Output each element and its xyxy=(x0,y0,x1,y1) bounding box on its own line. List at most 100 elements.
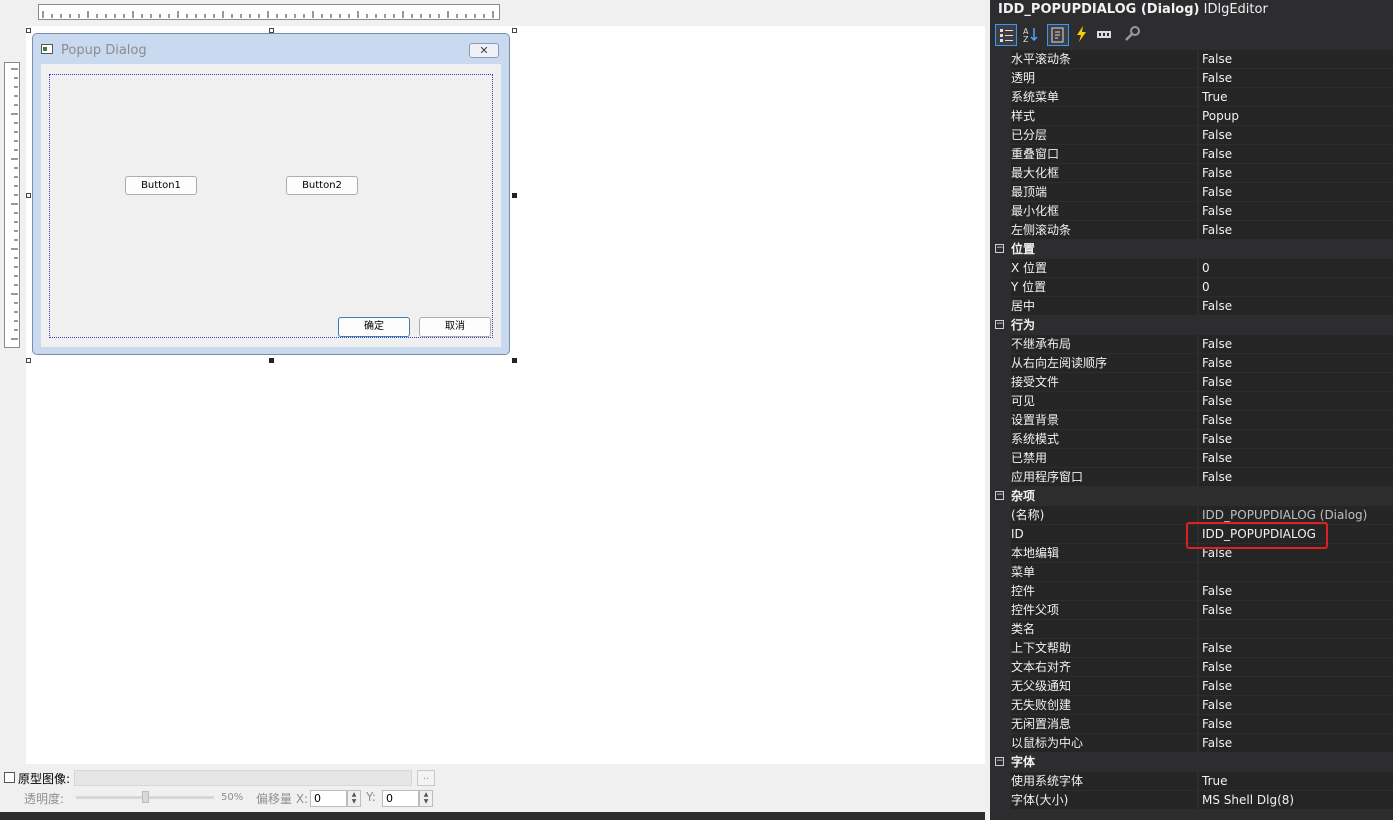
prototype-image-checkbox[interactable] xyxy=(4,772,15,783)
property-value[interactable]: False xyxy=(1199,677,1393,695)
property-row[interactable]: 已禁用 False xyxy=(990,449,1393,468)
property-row[interactable]: 样式 Popup xyxy=(990,107,1393,126)
property-value[interactable]: False xyxy=(1199,696,1393,714)
property-value[interactable]: False xyxy=(1199,183,1393,201)
property-value[interactable]: False xyxy=(1199,639,1393,657)
property-category[interactable]: − 杂项 xyxy=(990,487,1393,506)
property-value[interactable]: True xyxy=(1199,88,1393,106)
property-value[interactable]: False xyxy=(1199,69,1393,87)
property-row[interactable]: 从右向左阅读顺序 False xyxy=(990,354,1393,373)
property-value[interactable]: False xyxy=(1199,145,1393,163)
property-row[interactable]: 可见 False xyxy=(990,392,1393,411)
property-row[interactable]: 透明 False xyxy=(990,69,1393,88)
property-value[interactable]: False xyxy=(1199,392,1393,410)
property-row[interactable]: 系统菜单 True xyxy=(990,88,1393,107)
property-value[interactable]: False xyxy=(1199,430,1393,448)
resize-handle-r[interactable] xyxy=(512,193,517,198)
collapse-icon[interactable]: − xyxy=(995,244,1004,253)
property-row[interactable]: 无闲置消息 False xyxy=(990,715,1393,734)
button2-control[interactable]: Button2 xyxy=(286,176,358,195)
resize-handle-l[interactable] xyxy=(26,193,31,198)
opacity-slider-thumb[interactable] xyxy=(142,791,149,803)
property-row[interactable]: 最顶端 False xyxy=(990,183,1393,202)
offset-y-spinner[interactable]: ▲ ▼ xyxy=(419,790,433,807)
events-icon[interactable] xyxy=(1071,24,1093,46)
property-value[interactable]: False xyxy=(1199,373,1393,391)
property-value[interactable]: False xyxy=(1199,601,1393,619)
property-value[interactable] xyxy=(1199,620,1393,638)
resize-handle-b[interactable] xyxy=(269,358,274,363)
property-value[interactable] xyxy=(1199,563,1393,581)
property-value[interactable]: Popup xyxy=(1199,107,1393,125)
property-value[interactable]: False xyxy=(1199,658,1393,676)
cancel-button[interactable]: 取消 xyxy=(419,317,491,337)
property-value[interactable]: False xyxy=(1199,335,1393,353)
property-row[interactable]: 设置背景 False xyxy=(990,411,1393,430)
property-value[interactable]: False xyxy=(1199,411,1393,429)
property-value[interactable]: 0 xyxy=(1199,278,1393,296)
property-value[interactable]: False xyxy=(1199,202,1393,220)
property-value[interactable]: False xyxy=(1199,582,1393,600)
collapse-icon[interactable]: − xyxy=(995,320,1004,329)
property-row[interactable]: 最大化框 False xyxy=(990,164,1393,183)
property-row[interactable]: 控件 False xyxy=(990,582,1393,601)
dialog-titlebar[interactable]: Popup Dialog ✕ xyxy=(33,34,509,64)
property-row[interactable]: 文本右对齐 False xyxy=(990,658,1393,677)
property-row[interactable]: 使用系统字体 True xyxy=(990,772,1393,791)
property-value[interactable]: MS Shell Dlg(8) xyxy=(1199,791,1393,809)
property-row[interactable]: 接受文件 False xyxy=(990,373,1393,392)
resize-handle-bl[interactable] xyxy=(26,358,31,363)
browse-button[interactable]: .. xyxy=(417,770,435,786)
property-category[interactable]: − 字体 xyxy=(990,753,1393,772)
property-row[interactable]: 左侧滚动条 False xyxy=(990,221,1393,240)
property-category[interactable]: − 行为 xyxy=(990,316,1393,335)
property-category[interactable]: − 位置 xyxy=(990,240,1393,259)
property-row[interactable]: 重叠窗口 False xyxy=(990,145,1393,164)
property-value[interactable]: False xyxy=(1199,126,1393,144)
property-row[interactable]: 类名 xyxy=(990,620,1393,639)
property-row[interactable]: 以鼠标为中心 False xyxy=(990,734,1393,753)
categorized-icon[interactable] xyxy=(995,24,1017,46)
property-row[interactable]: X 位置 0 xyxy=(990,259,1393,278)
property-grid[interactable]: 水平滚动条 False 透明 False 系统菜单 True 样式 Popup 已分层 False… xyxy=(990,50,1393,810)
property-row[interactable]: 最小化框 False xyxy=(990,202,1393,221)
button1-control[interactable]: Button1 xyxy=(125,176,197,195)
property-row[interactable]: 控件父项 False xyxy=(990,601,1393,620)
vertical-ruler[interactable] xyxy=(4,62,20,348)
ok-button[interactable]: 确定 xyxy=(338,317,410,337)
property-row[interactable]: 无父级通知 False xyxy=(990,677,1393,696)
resize-handle-tr[interactable] xyxy=(512,28,517,33)
property-value[interactable]: False xyxy=(1199,221,1393,239)
horizontal-ruler[interactable] xyxy=(38,4,500,20)
property-value[interactable]: False xyxy=(1199,715,1393,733)
property-row[interactable]: 上下文帮助 False xyxy=(990,639,1393,658)
property-value[interactable]: False xyxy=(1199,449,1393,467)
overrides-icon[interactable] xyxy=(1121,24,1143,46)
property-row[interactable]: 水平滚动条 False xyxy=(990,50,1393,69)
property-value[interactable]: 0 xyxy=(1199,259,1393,277)
property-row[interactable]: 已分层 False xyxy=(990,126,1393,145)
alphabetical-icon[interactable]: AZ xyxy=(1019,24,1041,46)
offset-x-input[interactable]: 0 xyxy=(310,790,347,807)
resize-handle-br[interactable] xyxy=(512,358,517,363)
collapse-icon[interactable]: − xyxy=(995,491,1004,500)
property-row[interactable]: 无失败创建 False xyxy=(990,696,1393,715)
popup-dialog-preview[interactable]: Popup Dialog ✕ Button1 Button2 确定 取消 xyxy=(32,33,510,355)
property-row[interactable]: 应用程序窗口 False xyxy=(990,468,1393,487)
offset-x-spinner[interactable]: ▲ ▼ xyxy=(347,790,361,807)
property-row[interactable]: 系统模式 False xyxy=(990,430,1393,449)
property-value[interactable]: False xyxy=(1199,734,1393,752)
close-icon[interactable]: ✕ xyxy=(469,43,499,58)
property-row[interactable]: 居中 False xyxy=(990,297,1393,316)
properties-icon[interactable] xyxy=(1047,24,1069,46)
property-value[interactable]: False xyxy=(1199,468,1393,486)
property-row[interactable]: 不继承布局 False xyxy=(990,335,1393,354)
property-value[interactable]: False xyxy=(1199,164,1393,182)
collapse-icon[interactable]: − xyxy=(995,757,1004,766)
prototype-image-path-input[interactable] xyxy=(74,770,412,786)
property-row[interactable]: 菜单 xyxy=(990,563,1393,582)
resize-handle-tl[interactable] xyxy=(26,28,31,33)
property-row[interactable]: Y 位置 0 xyxy=(990,278,1393,297)
property-row[interactable]: 字体(大小) MS Shell Dlg(8) xyxy=(990,791,1393,810)
dialog-client-area[interactable]: Button1 Button2 确定 取消 xyxy=(41,64,501,347)
